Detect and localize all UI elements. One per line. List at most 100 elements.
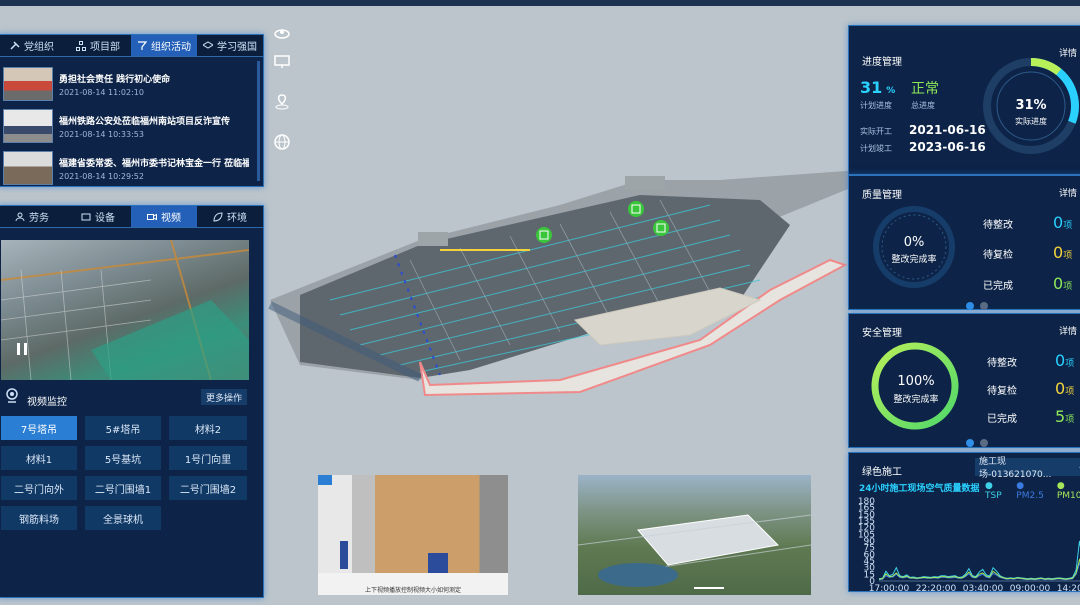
news-title: 勇担社会责任 践行初心使命 xyxy=(59,75,171,85)
tab-party-org[interactable]: 党组织 xyxy=(0,35,65,56)
series-line-tsp xyxy=(878,540,1080,580)
green-construction-panel: 绿色施工 施工现场-013621070...⌄ 24小时施工现场空气质量数据 ●… xyxy=(848,452,1080,593)
news-tabs: 党组织 项目部 组织活动 学习强国 xyxy=(0,35,263,57)
tab-video[interactable]: 视频 xyxy=(131,206,197,227)
site-marker[interactable] xyxy=(653,220,669,236)
video-monitor-title: 视频监控 xyxy=(27,397,67,408)
safety-detail-link[interactable]: 详情 xyxy=(1059,324,1077,337)
actual-progress-value: 31% xyxy=(1015,98,1047,113)
camera-button[interactable]: 全景球机 xyxy=(85,506,161,530)
camera-button[interactable]: 材料2 xyxy=(169,416,247,440)
news-item[interactable]: 福建省委常委、福州市委书记林宝金一行 莅临福... 2021-08-14 10:2… xyxy=(3,151,251,189)
safety-recheck-label: 待复检 xyxy=(987,386,1017,397)
globe-icon[interactable] xyxy=(273,133,291,151)
tab-project-dept[interactable]: 项目部 xyxy=(65,35,131,56)
site-marker[interactable] xyxy=(628,201,644,217)
tab-labor[interactable]: 劳务 xyxy=(0,206,65,227)
tab-org-activity[interactable]: 组织活动 xyxy=(131,35,197,56)
layers-icon[interactable] xyxy=(273,25,291,43)
safety-done-value: 5项 xyxy=(1055,407,1075,426)
news-scrollbar[interactable] xyxy=(257,61,260,181)
news-title: 福建省委常委、福州市委书记林宝金一行 莅临福... xyxy=(59,159,249,169)
air-quality-chart: 015304560759010512013515016518017:00:00 2… xyxy=(858,497,1080,593)
safety-done-label: 已完成 xyxy=(987,414,1017,425)
x-tick-label: 17:00:00 xyxy=(869,584,910,593)
camera-button[interactable]: 5号基坑 xyxy=(85,446,161,470)
x-tick-label: 22:20:00 xyxy=(916,584,957,593)
camera-button[interactable]: 7号塔吊 xyxy=(1,416,77,440)
safety-title: 安全管理 xyxy=(862,328,902,339)
quality-done-label: 已完成 xyxy=(983,281,1013,292)
leaf-icon xyxy=(213,211,223,222)
safety-pending-value: 0项 xyxy=(1055,351,1075,370)
quality-recheck-label: 待复检 xyxy=(983,250,1013,261)
quality-title: 质量管理 xyxy=(862,190,902,201)
quality-ring-value: 0% xyxy=(903,235,925,250)
pause-icon[interactable] xyxy=(15,342,29,356)
end-label: 计划竣工 xyxy=(860,144,892,153)
green-title: 绿色施工 xyxy=(862,467,902,478)
safety-recheck-value: 0项 xyxy=(1055,379,1075,398)
news-item[interactable]: 勇担社会责任 践行初心使命 2021-08-14 11:02:10 xyxy=(3,67,251,105)
news-thumbnail xyxy=(3,109,53,143)
quality-done-value: 0项 xyxy=(1053,274,1073,293)
air-quality-chart-title: 24小时施工现场空气质量数据 xyxy=(859,484,980,494)
start-date: 2021-06-16 xyxy=(909,123,986,137)
tab-environment[interactable]: 环境 xyxy=(197,206,263,227)
video-badge xyxy=(318,475,332,485)
monitor-icon[interactable] xyxy=(273,53,291,71)
quality-recheck-value: 0项 xyxy=(1053,243,1073,262)
plan-progress-unit: % xyxy=(886,86,896,96)
camera-button[interactable]: 二号门围墙1 xyxy=(85,476,161,500)
top-bar xyxy=(0,0,1080,6)
site-marker[interactable] xyxy=(536,227,552,243)
camera-button[interactable]: 材料1 xyxy=(1,446,77,470)
camera-button[interactable]: 钢筋料场 xyxy=(1,506,77,530)
more-actions-button[interactable]: 更多操作 xyxy=(201,389,247,405)
x-tick-label: 09:00:00 xyxy=(1010,584,1051,593)
flag-icon xyxy=(138,40,147,50)
progress-title: 进度管理 xyxy=(862,57,902,68)
camera-button[interactable]: 1号门向里 xyxy=(169,446,247,470)
news-date: 2021-08-14 10:29:52 xyxy=(59,172,144,181)
progress-panel: 进度管理 详情 31% 计划进度 正常 总进度 实际开工 2021-06-16 … xyxy=(848,25,1080,175)
device-select[interactable]: 施工现场-013621070...⌄ xyxy=(975,457,1080,480)
device-select-value: 施工现场-013621070... xyxy=(979,457,1052,480)
news-title: 福州铁路公安处莅临福州南站项目反诈宣传 xyxy=(59,117,231,127)
actual-progress-label: 实际进度 xyxy=(1015,117,1047,126)
people-icon xyxy=(15,212,25,221)
worker-figure xyxy=(340,541,348,569)
aerial-render-video[interactable] xyxy=(578,475,811,595)
camera-icon xyxy=(6,388,18,403)
camera-button[interactable]: 二号门向外 xyxy=(1,476,77,500)
quality-pending-value: 0项 xyxy=(1053,213,1073,232)
safety-pending-label: 待整改 xyxy=(987,358,1017,369)
quality-pager[interactable] xyxy=(966,302,988,310)
camera-button[interactable]: 5#塔吊 xyxy=(85,416,161,440)
camera-button[interactable]: 二号门围墙2 xyxy=(169,476,247,500)
quality-detail-link[interactable]: 详情 xyxy=(1059,186,1077,199)
plan-progress-label: 计划进度 xyxy=(860,101,892,110)
y-tick-label: 180 xyxy=(858,497,875,507)
video-caption: 上下视频播放控制视频大小如何测定 xyxy=(364,587,461,594)
video-panel: 劳务 设备 视频 环境 视频监控 更多操作 7号塔吊 5#塔吊 材料2 材料1 … xyxy=(0,205,264,598)
start-label: 实际开工 xyxy=(860,127,892,136)
quality-pending-label: 待整改 xyxy=(983,220,1013,231)
news-item[interactable]: 福州铁路公安处莅临福州南站项目反诈宣传 2021-08-14 10:33:53 xyxy=(3,109,251,147)
video-progress[interactable] xyxy=(694,587,724,589)
tab-study[interactable]: 学习强国 xyxy=(197,35,263,56)
worker-figure xyxy=(428,553,448,573)
org-chart-icon xyxy=(76,40,86,51)
location-icon[interactable] xyxy=(273,93,291,111)
animation-video[interactable]: 上下视频播放控制视频大小如何测定 xyxy=(318,475,508,595)
overall-status: 正常 xyxy=(911,81,939,97)
tab-equipment[interactable]: 设备 xyxy=(65,206,131,227)
video-camera-icon xyxy=(147,213,157,220)
hammer-icon xyxy=(10,40,20,50)
safety-panel: 安全管理 详情 100% 整改完成率 待整改 0项 待复检 0项 已完成 5项 xyxy=(848,313,1080,448)
news-thumbnail xyxy=(3,151,53,185)
party-news-panel: 党组织 项目部 组织活动 学习强国 勇担社会责任 践行初心使命 2021-08-1… xyxy=(0,34,264,187)
live-video-feed[interactable] xyxy=(1,240,249,380)
safety-pager[interactable] xyxy=(966,439,988,447)
plan-progress-value: 31 xyxy=(860,78,883,97)
